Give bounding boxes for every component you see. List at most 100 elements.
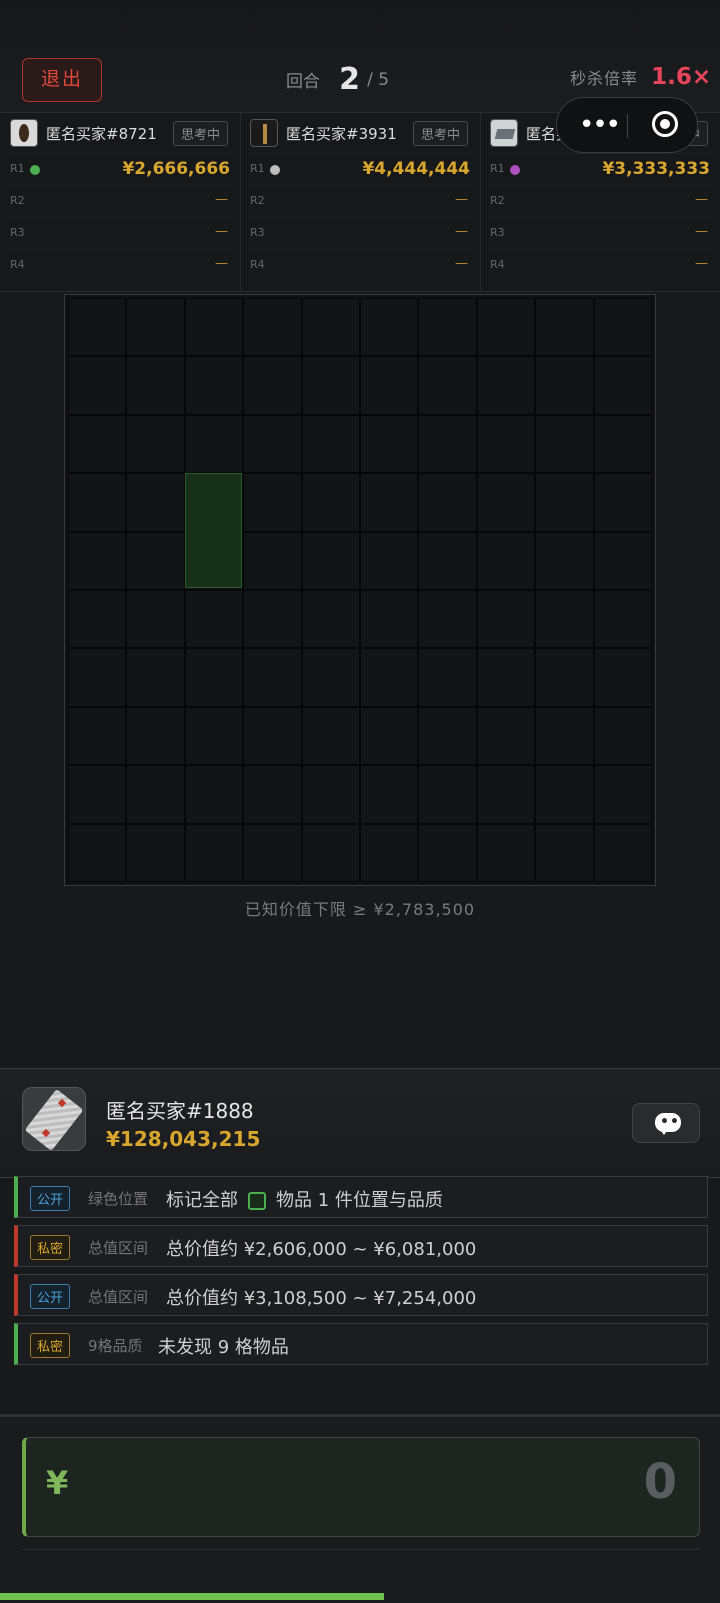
- board-cell[interactable]: [68, 823, 127, 882]
- board-cell[interactable]: [418, 298, 477, 357]
- exit-button[interactable]: 退出: [22, 58, 102, 102]
- board-cell[interactable]: [535, 356, 594, 415]
- board-cell[interactable]: [68, 298, 127, 357]
- board-cell[interactable]: [593, 765, 652, 824]
- board-cell[interactable]: [126, 356, 185, 415]
- board-cell[interactable]: [184, 648, 244, 707]
- board-cell[interactable]: [126, 473, 185, 532]
- board-cell[interactable]: [68, 765, 127, 824]
- board-cell[interactable]: [476, 298, 536, 357]
- board-cell[interactable]: [360, 823, 419, 882]
- board-cell[interactable]: [360, 414, 419, 474]
- board-cell[interactable]: [593, 473, 652, 532]
- board-cell[interactable]: [301, 473, 360, 532]
- board-cell[interactable]: [418, 706, 477, 766]
- board-cell[interactable]: [243, 298, 302, 357]
- chat-button[interactable]: •••: [632, 1103, 700, 1143]
- board-cell[interactable]: [418, 765, 477, 824]
- board-cell[interactable]: [418, 473, 477, 532]
- board-cell[interactable]: [418, 590, 477, 649]
- board-cell[interactable]: [535, 590, 594, 649]
- board-cell[interactable]: [535, 765, 594, 824]
- board-cell[interactable]: [243, 473, 302, 532]
- board-cell[interactable]: [126, 823, 185, 882]
- board-cell[interactable]: [476, 356, 536, 415]
- board-cell[interactable]: [593, 356, 652, 415]
- board-cell[interactable]: [418, 356, 477, 415]
- board-cell[interactable]: [593, 648, 652, 707]
- board-cell[interactable]: [243, 648, 302, 707]
- board-cell[interactable]: [360, 648, 419, 707]
- board-cell[interactable]: [535, 414, 594, 474]
- board-cell[interactable]: [301, 823, 360, 882]
- board-cell[interactable]: [301, 765, 360, 824]
- board-cell[interactable]: [243, 356, 302, 415]
- board-cell[interactable]: [243, 706, 302, 766]
- board-cell[interactable]: [68, 648, 127, 707]
- board-cell[interactable]: [418, 531, 477, 590]
- board-cell[interactable]: [593, 590, 652, 649]
- board-cell[interactable]: [476, 531, 536, 590]
- board-cell[interactable]: [535, 531, 594, 590]
- bid-input[interactable]: ¥ 0: [22, 1437, 700, 1537]
- board-cell[interactable]: [301, 414, 360, 474]
- board-cell[interactable]: [68, 531, 127, 590]
- board-cell[interactable]: [476, 414, 536, 474]
- board-cell[interactable]: [68, 706, 127, 766]
- board-cell[interactable]: [126, 531, 185, 590]
- board-cell[interactable]: [535, 706, 594, 766]
- board-cell[interactable]: [593, 823, 652, 882]
- board-cell[interactable]: [593, 706, 652, 766]
- board-cell[interactable]: [68, 414, 127, 474]
- board-cell[interactable]: [68, 473, 127, 532]
- board-cell[interactable]: [243, 765, 302, 824]
- board-cell[interactable]: [184, 823, 244, 882]
- board-cell[interactable]: [360, 590, 419, 649]
- board-cell[interactable]: [126, 590, 185, 649]
- board-cell[interactable]: [301, 648, 360, 707]
- board-cell[interactable]: [126, 414, 185, 474]
- board-cell[interactable]: [476, 765, 536, 824]
- board-cell[interactable]: [126, 765, 185, 824]
- board-cell[interactable]: [301, 531, 360, 590]
- board-cell[interactable]: [593, 531, 652, 590]
- board-cell[interactable]: [243, 823, 302, 882]
- board-cell[interactable]: [593, 298, 652, 357]
- board-cell[interactable]: [360, 531, 419, 590]
- board-cell[interactable]: [360, 473, 419, 532]
- board-cell[interactable]: [476, 706, 536, 766]
- board-cell[interactable]: [184, 298, 244, 357]
- board-cell[interactable]: [476, 823, 536, 882]
- board-cell[interactable]: [593, 414, 652, 474]
- board-cell[interactable]: [184, 356, 244, 415]
- board-cell[interactable]: [243, 590, 302, 649]
- board-cell[interactable]: [243, 531, 302, 590]
- board-cell[interactable]: [360, 298, 419, 357]
- board-cell[interactable]: [535, 298, 594, 357]
- board-cell[interactable]: [68, 590, 127, 649]
- board-cell[interactable]: [68, 356, 127, 415]
- board-cell[interactable]: [535, 648, 594, 707]
- board-cell[interactable]: [184, 706, 244, 766]
- board-cell[interactable]: [126, 298, 185, 357]
- board-cell[interactable]: [360, 706, 419, 766]
- board-cell[interactable]: [535, 473, 594, 532]
- board-cell[interactable]: [476, 648, 536, 707]
- board-cell[interactable]: [243, 414, 302, 474]
- board-cell[interactable]: [360, 765, 419, 824]
- board-cell[interactable]: [184, 414, 244, 474]
- board-cell[interactable]: [476, 473, 536, 532]
- board-cell[interactable]: [126, 706, 185, 766]
- board-cell[interactable]: [418, 414, 477, 474]
- board-cell[interactable]: [535, 823, 594, 882]
- highlighted-item-cell[interactable]: [185, 473, 242, 588]
- board-cell[interactable]: [418, 648, 477, 707]
- target-icon[interactable]: [652, 111, 678, 137]
- board-cell[interactable]: [301, 356, 360, 415]
- board-cell[interactable]: [360, 356, 419, 415]
- board-cell[interactable]: [184, 765, 244, 824]
- board-cell[interactable]: [476, 590, 536, 649]
- board-cell[interactable]: [301, 590, 360, 649]
- board-cell[interactable]: [418, 823, 477, 882]
- board-cell[interactable]: [126, 648, 185, 707]
